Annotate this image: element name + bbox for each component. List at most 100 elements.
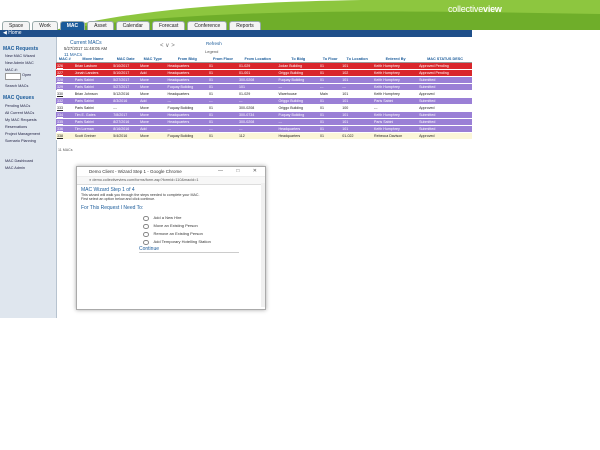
table-cell: Fuquay Building xyxy=(277,76,319,84)
table-cell: 01 xyxy=(208,62,239,70)
option-remove-existing[interactable]: Remove an Existing Person xyxy=(143,230,261,238)
wizard-popup-window: Demo Client - Wizard Step 1 - Google Chr… xyxy=(76,166,266,310)
option-add-new-hire[interactable]: Add a New Hire xyxy=(143,214,261,222)
app-header: collectiveview Space Work MAC Asset Calendar… xyxy=(0,0,600,31)
table-row[interactable]: 333 Paris Sabini --- Move Fuquay Building 01 3… xyxy=(56,104,472,112)
mac-number-link[interactable]: 334 xyxy=(56,111,74,119)
queue-scenario-planning[interactable]: Scenario Planning xyxy=(5,139,36,143)
table-cell: Paris Sabini xyxy=(73,83,113,91)
popup-scrollbar[interactable] xyxy=(261,183,265,307)
mac-number-link[interactable]: 326 xyxy=(56,62,74,70)
table-cell: Scott Greiner xyxy=(73,132,113,140)
table-row[interactable]: 338 Scott Greiner 5/4/2016 Move Fuquay Build… xyxy=(56,132,472,140)
mac-number-link[interactable]: 335 xyxy=(56,118,74,126)
search-macs-link[interactable]: Search MACs xyxy=(5,84,28,88)
table-cell: 300-0208 xyxy=(238,104,278,112)
mac-number-link[interactable]: 328 xyxy=(56,76,74,84)
table-cell: 5/10/2017 xyxy=(112,69,140,77)
table-cell: Main xyxy=(319,90,342,98)
table-cell: 5/4/2016 xyxy=(112,132,140,140)
window-controls-icon[interactable]: — □ ✕ xyxy=(218,167,263,176)
table-cell: 01 xyxy=(208,104,239,112)
table-cell: --- xyxy=(208,97,239,105)
mac-admin-link[interactable]: MAC Admin xyxy=(5,166,25,170)
mac-number-link[interactable]: 338 xyxy=(56,132,74,140)
home-link[interactable]: ◀ Home xyxy=(3,30,22,37)
table-cell: 101 xyxy=(341,90,374,98)
continue-button[interactable]: Continue xyxy=(139,246,239,254)
option-label: Add Temporary Hotelling Station xyxy=(153,239,211,245)
table-cell: Paris Sabini xyxy=(373,118,419,126)
mac-dashboard-link[interactable]: MAC Dashboard xyxy=(5,159,33,163)
mac-number-link[interactable]: 336 xyxy=(56,125,74,133)
date-nav[interactable]: < ∨ > xyxy=(160,42,175,49)
table-cell: 8/27/2016 xyxy=(112,118,140,126)
table-cell: Fuquay Building xyxy=(166,104,209,112)
radio-icon[interactable] xyxy=(143,223,149,230)
open-button[interactable]: Open xyxy=(22,73,31,77)
table-row[interactable]: 329 Paris Sabini 5/27/2017 Move Fuquay Build… xyxy=(56,83,472,91)
mac-number-link[interactable]: 330 xyxy=(56,90,74,98)
table-cell: 01 xyxy=(319,104,342,112)
table-row[interactable]: 335 Paris Sabini 8/27/2016 Move Headquarters… xyxy=(56,118,472,126)
table-row[interactable]: 326 Brian Lasborn 5/10/2017 Move Headquarter… xyxy=(56,62,472,70)
option-temp-hotelling[interactable]: Add Temporary Hotelling Station xyxy=(143,238,261,246)
table-cell: Approved xyxy=(418,104,472,112)
table-cell: Brian Johnson xyxy=(73,90,113,98)
table-row[interactable]: 328 Paris Sabini 5/27/2017 Move Headquarters… xyxy=(56,76,472,84)
table-row[interactable]: 332 Paris Sabini 8/3/2016 Add --- --- --- Origg… xyxy=(56,97,472,105)
table-cell: 101 xyxy=(341,62,374,70)
table-cell: Headquarters xyxy=(166,62,209,70)
mac-number-input[interactable] xyxy=(5,73,21,80)
table-cell: Origgo Building xyxy=(277,69,319,77)
table-cell: Submitted xyxy=(418,83,472,91)
radio-icon[interactable] xyxy=(143,231,149,238)
queue-pending[interactable]: Pending MACs xyxy=(5,104,30,108)
legend-link[interactable]: Legend xyxy=(205,49,218,54)
table-cell: 7/8/2017 xyxy=(112,111,140,119)
mac-number-link[interactable]: 327 xyxy=(56,69,74,77)
table-row[interactable]: 334 Tim E. Gates 7/8/2017 Move Headquarters 0… xyxy=(56,111,472,119)
table-cell: 01 xyxy=(208,90,239,98)
table-cell: 101 xyxy=(341,97,374,105)
table-cell: Rebecca Davison xyxy=(373,132,419,140)
table-cell: 8/3/2016 xyxy=(112,97,140,105)
mac-number-link[interactable]: 332 xyxy=(56,97,74,105)
table-cell: 101 xyxy=(341,118,374,126)
mac-number-link[interactable]: 329 xyxy=(56,83,74,91)
table-cell: --- xyxy=(238,97,278,105)
mac-number-link[interactable]: 333 xyxy=(56,104,74,112)
radio-icon[interactable] xyxy=(143,239,149,246)
table-cell: --- xyxy=(208,125,239,133)
queue-reservations[interactable]: Reservations xyxy=(5,125,27,129)
table-cell: Fuquay Building xyxy=(166,83,209,91)
new-mac-wizard-link[interactable]: New MAC Wizard xyxy=(5,54,35,58)
table-cell: --- xyxy=(166,125,209,133)
option-move-existing[interactable]: Move an Existing Person xyxy=(143,222,261,230)
table-cell: 01 xyxy=(319,111,342,119)
table-row[interactable]: 336 Tim Lorman 8/16/2016 Add --- --- --- Headqu… xyxy=(56,125,472,133)
refresh-link[interactable]: Refresh xyxy=(206,41,222,46)
table-cell: Headquarters xyxy=(166,118,209,126)
table-row[interactable]: 327 Jonah Landers 5/10/2017 Add Headquarters… xyxy=(56,69,472,77)
table-cell: Tim Lorman xyxy=(73,125,113,133)
table-cell: 01-029 xyxy=(238,90,278,98)
table-cell: --- xyxy=(112,104,140,112)
table-cell: 101 xyxy=(341,111,374,119)
table-cell: 5/27/2017 xyxy=(112,76,140,84)
table-cell: Move xyxy=(139,111,167,119)
table-cell: Jodan Building xyxy=(277,62,319,70)
queue-all-current[interactable]: All Current MACs xyxy=(5,111,34,115)
queue-my-requests[interactable]: My MAC Requests xyxy=(5,118,37,122)
queue-project-management[interactable]: Project Management xyxy=(5,132,40,136)
popup-url-bar: ● demo.collectiveview.com/forms/form.asp… xyxy=(77,177,265,185)
table-cell: Fuquay Building xyxy=(277,111,319,119)
popup-titlebar: Demo Client - Wizard Step 1 - Google Chr… xyxy=(77,167,265,177)
new-admin-mac-link[interactable]: New Admin MAC xyxy=(5,61,34,65)
radio-icon[interactable] xyxy=(143,215,149,222)
table-row[interactable]: 330 Brian Johnson 5/12/2016 Move Headquarter… xyxy=(56,90,472,98)
table-cell: 01 xyxy=(208,132,239,140)
mac-number-label: MAC #: xyxy=(5,68,18,72)
table-cell: 5/12/2016 xyxy=(112,90,140,98)
nav-bar xyxy=(0,30,472,37)
